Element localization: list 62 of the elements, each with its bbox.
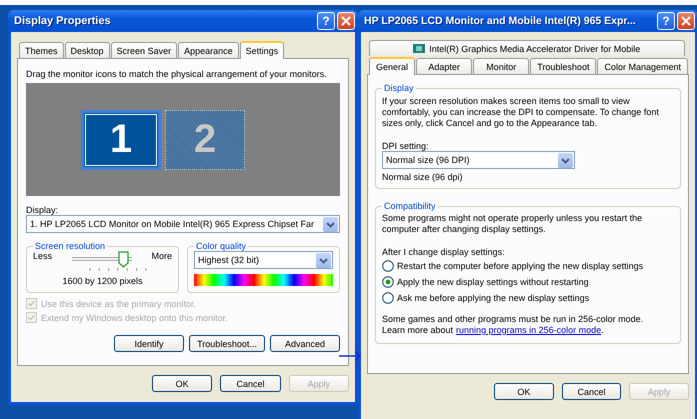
group-title: Color quality <box>195 241 248 251</box>
help-button[interactable]: ? <box>657 12 675 30</box>
help-link[interactable]: running programs in 256-color mode <box>456 325 602 335</box>
display-dropdown[interactable]: 1. HP LP2065 LCD Monitor on Mobile Intel(R) 965 Express Chipset Far <box>26 215 340 233</box>
dpi-note: Normal size (96 dpi) <box>382 172 464 182</box>
learn-more-text: Learn more about <box>382 325 454 335</box>
window-title: Display Properties <box>14 15 112 27</box>
color-quality-dropdown[interactable]: Highest (32 bit) <box>194 251 333 269</box>
radio-label: Restart the computer before applying the new display settings <box>397 261 644 271</box>
instruction-text: Drag the monitor icons to match the physical arrangement of your monitors. <box>26 69 328 79</box>
chevron-down-icon[interactable] <box>558 152 573 168</box>
close-icon <box>681 16 691 26</box>
radio-label: Ask me before applying the new display settings <box>397 293 590 303</box>
display-label: Display: <box>26 205 60 215</box>
group-title: Compatibility <box>383 201 437 211</box>
radio-button[interactable] <box>382 260 394 272</box>
tab[interactable]: Troubleshoot <box>530 58 596 74</box>
period-text: . <box>601 325 604 335</box>
group-title: Display <box>383 83 415 93</box>
dpi-label: DPI setting: <box>382 141 430 151</box>
description-text: If your screen resolution makes screen items too small to view comfortably, you can increase the DPI to compensate. To change font sizes only, click Cancel and go to the Appearance tab. <box>382 96 660 129</box>
checkbox-label: Extend my Windows desktop onto this monitor. <box>41 312 228 322</box>
tab[interactable]: General <box>369 57 416 75</box>
radio-label: Apply the new display settings without restarting <box>397 277 589 287</box>
resolution-reading: 1600 by 1200 pixels <box>61 276 144 286</box>
dialog-button[interactable]: OK <box>494 383 554 400</box>
group-title: Screen resolution <box>34 241 106 251</box>
annotation-arrow <box>339 350 363 362</box>
chevron-down-icon[interactable] <box>316 252 331 268</box>
help-button[interactable]: ? <box>317 12 335 30</box>
dialog-button[interactable]: Troubleshoot... <box>189 335 265 352</box>
close-button[interactable] <box>337 12 355 30</box>
chevron-down-icon[interactable] <box>323 216 338 232</box>
tab[interactable]: Adapter <box>416 58 472 74</box>
window-title: HP LP2065 LCD Monitor and Mobile Intel(R) 965 Expr... <box>364 15 637 27</box>
graphics-card-icon <box>413 43 426 54</box>
dialog-button[interactable]: Cancel <box>562 383 622 400</box>
radio-button[interactable] <box>382 292 394 304</box>
tab[interactable]: Desktop <box>64 42 110 58</box>
tab[interactable]: Settings <box>240 41 284 59</box>
description-text: Some programs might not operate properly unless you restart the computer after changing display settings. <box>382 213 644 235</box>
dialog-button[interactable]: Cancel <box>220 375 281 392</box>
dpi-dropdown[interactable]: Normal size (96 DPI) <box>382 151 575 169</box>
monitor-tile[interactable]: 1 <box>81 110 161 170</box>
tab[interactable]: Themes <box>19 42 64 58</box>
close-icon <box>341 16 351 26</box>
dialog-button[interactable]: Advanced <box>270 335 340 352</box>
tab[interactable]: Color Management <box>597 58 688 74</box>
dialog-button[interactable]: OK <box>152 375 212 392</box>
radio-button[interactable] <box>382 276 394 288</box>
question-text: After I change display settings: <box>382 247 506 257</box>
more-label: More <box>151 251 172 261</box>
slider-thumb[interactable] <box>118 251 130 268</box>
checkbox-label: Use this device as the primary monitor. <box>41 298 196 308</box>
tab[interactable]: Monitor <box>473 58 530 74</box>
dialog-button[interactable]: Identify <box>114 335 184 352</box>
tab[interactable]: Screen Saver <box>110 42 178 58</box>
note-text: Some games and other programs must be run in 256-color mode. <box>382 314 644 325</box>
less-label: Less <box>33 251 52 261</box>
tab[interactable]: Intel(R) Graphics Media Accelerator Driver for Mobile <box>369 40 685 56</box>
close-button[interactable] <box>677 12 695 30</box>
tab[interactable]: Appearance <box>178 42 239 58</box>
